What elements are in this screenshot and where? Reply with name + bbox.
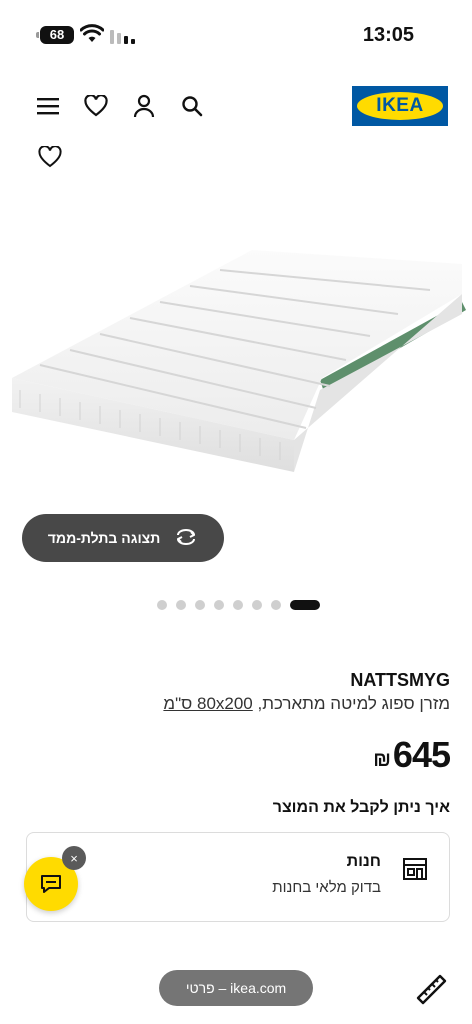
ikea-logo[interactable]: IKEA bbox=[352, 86, 448, 126]
status-bar: 68 13:05 bbox=[0, 0, 472, 70]
store-icon bbox=[401, 855, 429, 883]
product-name: NATTSMYG bbox=[350, 670, 450, 690]
battery-indicator: 68 bbox=[36, 26, 74, 44]
logo-text: IKEA bbox=[376, 95, 424, 116]
favorite-heart-icon[interactable] bbox=[38, 145, 62, 170]
browser-url-pill[interactable]: ikea.com – פרטי bbox=[159, 970, 313, 1006]
chat-icon bbox=[41, 875, 61, 893]
store-title: חנות bbox=[346, 853, 381, 870]
carousel-dot[interactable] bbox=[176, 600, 186, 610]
ruler-icon[interactable] bbox=[414, 972, 448, 1006]
search-icon[interactable] bbox=[178, 92, 206, 120]
view-3d-icon bbox=[174, 528, 198, 549]
user-icon[interactable] bbox=[130, 92, 158, 120]
image-carousel-dots bbox=[0, 599, 472, 611]
view-3d-label: תצוגה בתלת-ממד bbox=[47, 530, 161, 546]
product-description: מזרן ספוג למיטה מתארכת, 80x200 ס"מ bbox=[163, 694, 450, 714]
store-subtitle: בדוק מלאי בחנות bbox=[272, 879, 381, 896]
product-description-text: מזרן ספוג למיטה מתארכת, bbox=[257, 694, 451, 713]
view-3d-button[interactable]: תצוגה בתלת-ממד bbox=[22, 514, 224, 562]
chat-close-button[interactable]: × bbox=[62, 846, 86, 870]
product-price: ₪ 645 bbox=[373, 734, 451, 776]
menu-icon[interactable] bbox=[34, 92, 62, 120]
carousel-dot-active[interactable] bbox=[290, 600, 320, 610]
heart-icon[interactable] bbox=[82, 92, 110, 120]
site-header: IKEA bbox=[0, 80, 472, 132]
carousel-dot[interactable] bbox=[214, 600, 224, 610]
product-size-link[interactable]: 80x200 ס"מ bbox=[163, 694, 252, 713]
delivery-options-title: איך ניתן לקבל את המוצר bbox=[272, 799, 450, 816]
carousel-dot[interactable] bbox=[233, 600, 243, 610]
carousel-dot[interactable] bbox=[271, 600, 281, 610]
price-amount: 645 bbox=[392, 734, 451, 775]
carousel-dot[interactable] bbox=[252, 600, 262, 610]
price-currency: ₪ bbox=[373, 749, 391, 771]
carousel-dot[interactable] bbox=[195, 600, 205, 610]
signal-icon bbox=[110, 28, 136, 49]
carousel-dot[interactable] bbox=[157, 600, 167, 610]
wifi-icon bbox=[79, 24, 105, 49]
store-availability-card[interactable]: חנות בדוק מלאי בחנות bbox=[26, 832, 450, 922]
logo-oval: IKEA bbox=[357, 92, 443, 120]
product-image[interactable] bbox=[0, 190, 472, 510]
status-time: 13:05 bbox=[362, 24, 414, 46]
